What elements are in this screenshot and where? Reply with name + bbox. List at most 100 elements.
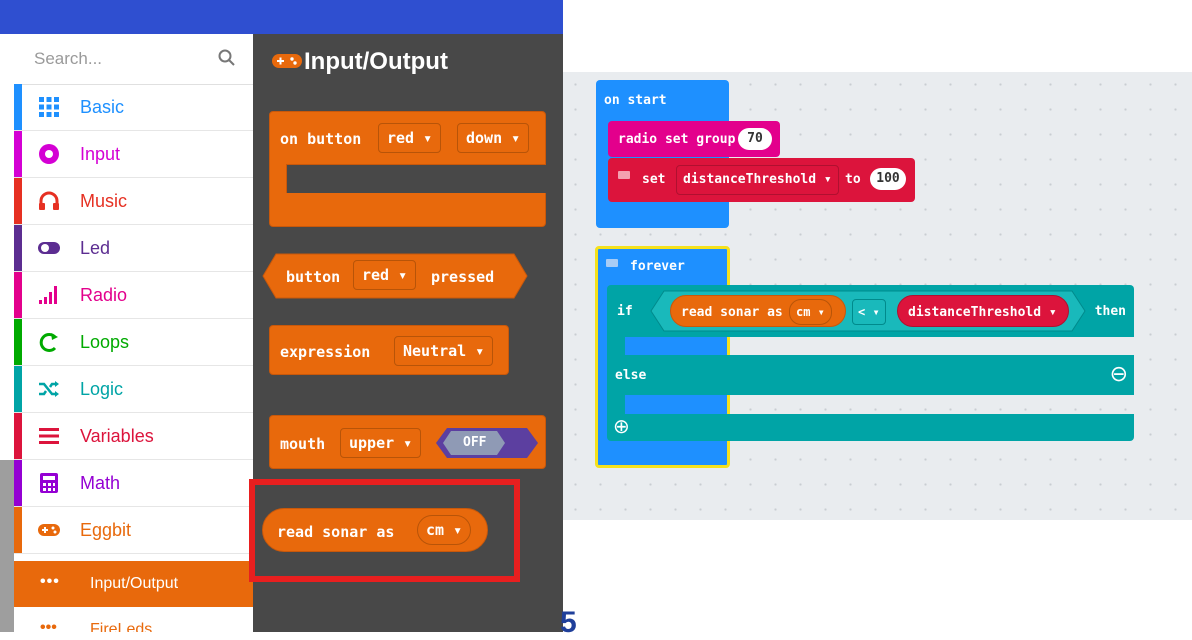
shuffle-icon (39, 381, 59, 397)
toggle-label: OFF (463, 435, 487, 450)
read-sonar-block[interactable]: read sonar as cm ▾ (670, 295, 846, 327)
comment-icon[interactable] (606, 259, 618, 269)
flyout-title-text: Input/Output (304, 48, 448, 75)
variable-dropdown[interactable]: distanceThreshold ▾ (676, 165, 839, 195)
category-label: Radio (80, 285, 128, 305)
block-text: mouth (280, 435, 326, 453)
category-color-bar (14, 507, 22, 553)
block-text: button (286, 268, 341, 286)
category-label: Loops (80, 332, 130, 352)
category-label: Input (80, 144, 121, 164)
block-text: forever (630, 259, 685, 274)
block-text: on button (280, 130, 362, 148)
mouth-dropdown[interactable]: upper ▾ (340, 428, 422, 458)
block-text: if (617, 304, 633, 319)
category-color-bar (14, 272, 22, 318)
block-text: expression (280, 343, 371, 361)
calculator-icon (40, 473, 58, 493)
search-box[interactable]: Search... (14, 34, 253, 85)
top-bar (0, 0, 563, 34)
action-dropdown[interactable]: down ▾ (457, 123, 530, 153)
category-color-bar (14, 319, 22, 365)
signal-bars-icon (39, 286, 57, 304)
minus-circle-icon[interactable]: ⊖ (1110, 361, 1128, 387)
category-logic[interactable]: Logic (14, 366, 253, 413)
toggle-icon (38, 242, 60, 254)
variable-dropdown[interactable]: distanceThreshold ▾ (908, 305, 1057, 320)
category-math[interactable]: Math (14, 460, 253, 507)
search-placeholder: Search... (34, 49, 103, 68)
category-variables[interactable]: Variables (14, 413, 253, 460)
category-led[interactable]: Led (14, 225, 253, 272)
unit-dropdown[interactable]: cm ▾ (789, 299, 832, 325)
subcategory-label: FireLeds (90, 621, 153, 632)
left-edge-strip (0, 460, 14, 632)
category-loops[interactable]: Loops (14, 319, 253, 366)
block-text: radio set group (618, 132, 736, 147)
if-else-block-side (607, 336, 625, 356)
plus-circle-icon[interactable]: ⊕ (613, 414, 630, 439)
category-label: Led (80, 238, 111, 258)
page-number: 5 (560, 606, 577, 639)
category-color-bar (14, 366, 22, 412)
category-label: Logic (80, 379, 124, 399)
category-color-bar (14, 84, 22, 130)
dots-icon: ••• (40, 619, 57, 632)
block-text: read sonar as (681, 305, 783, 320)
category-eggbit[interactable]: Eggbit (14, 507, 253, 554)
block-text: on start (604, 93, 667, 108)
block-text: set (642, 172, 666, 187)
variable-reporter[interactable]: distanceThreshold ▾ (897, 295, 1069, 327)
operator-dropdown[interactable]: < ▾ (852, 299, 886, 325)
headphones-icon (39, 191, 59, 210)
category-color-bar (14, 131, 22, 177)
block-text: then (1094, 304, 1126, 319)
category-color-bar (14, 413, 22, 459)
block-text: else (615, 368, 647, 383)
subcategory-input-output[interactable]: ••• Input/Output (14, 561, 253, 607)
grid-icon (39, 97, 59, 117)
subcategory-fireleds[interactable]: ••• FireLeds (14, 607, 253, 632)
toggle-switch[interactable] (435, 427, 539, 459)
category-color-bar (14, 460, 22, 506)
mouth-block[interactable]: mouth upper ▾ OFF (269, 415, 546, 469)
search-icon[interactable] (217, 48, 237, 68)
if-else-block-bottom: ⊕ (607, 414, 1134, 441)
category-music[interactable]: Music (14, 178, 253, 225)
category-label: Variables (80, 426, 154, 446)
set-variable-block[interactable]: set distanceThreshold ▾ to 100 (608, 158, 915, 202)
gamepad-icon (38, 524, 60, 536)
list-lines-icon (39, 428, 59, 444)
dots-icon: ••• (40, 573, 60, 590)
subcategory-clip: ••• FireLeds (36, 607, 253, 632)
category-basic[interactable]: Basic (14, 84, 253, 131)
category-radio[interactable]: Radio (14, 272, 253, 319)
subcategory-label: Input/Output (90, 575, 179, 592)
category-color-bar (14, 225, 22, 271)
radio-set-group-block[interactable]: radio set group 70 (608, 121, 780, 157)
category-label: Basic (80, 97, 125, 117)
on-button-block[interactable]: on button red ▾ down ▾ (269, 111, 546, 165)
gamepad-icon (272, 54, 302, 68)
on-button-block-side (269, 164, 287, 194)
button-dropdown[interactable]: red ▾ (378, 123, 442, 153)
block-text: pressed (431, 268, 495, 286)
category-input[interactable]: Input (14, 131, 253, 178)
radio-dot-icon (39, 144, 59, 164)
category-color-bar (14, 178, 22, 224)
highlight-box (249, 479, 520, 582)
expression-block[interactable]: expression Neutral ▾ (269, 325, 509, 375)
category-label: Math (80, 473, 121, 493)
category-label: Eggbit (80, 520, 132, 540)
button-dropdown[interactable]: red ▾ (353, 260, 417, 290)
block-text: to (845, 172, 861, 187)
value-number-input[interactable]: 100 (870, 168, 906, 190)
group-number-input[interactable]: 70 (738, 128, 772, 150)
expression-dropdown[interactable]: Neutral ▾ (394, 336, 494, 366)
comment-icon[interactable] (618, 171, 630, 181)
else-section: else ⊖ (607, 355, 1134, 395)
loop-arrow-icon (39, 333, 58, 352)
flyout-title: Input/Output (272, 48, 448, 76)
if-else-block-side (607, 394, 625, 414)
category-label: Music (80, 191, 128, 211)
